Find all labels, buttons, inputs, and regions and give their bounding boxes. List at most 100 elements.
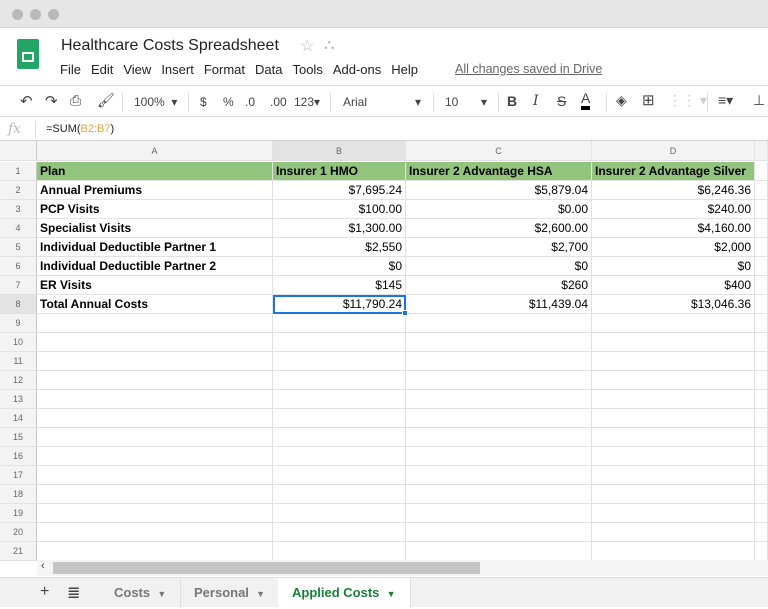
document-title[interactable]: Healthcare Costs Spreadsheet [61,37,279,55]
cell-c6[interactable]: $0 [406,257,592,276]
cell-b6[interactable]: $0 [273,257,406,276]
row-header[interactable]: 8 [0,295,37,314]
star-icon[interactable]: ☆ [300,36,314,56]
cell-a1[interactable]: Plan [37,162,273,181]
percent-format-button[interactable]: % [223,95,234,109]
cell-a4[interactable]: Specialist Visits [37,219,273,238]
cell-b21[interactable] [273,542,406,561]
cell-e3[interactable] [755,200,768,219]
italic-button[interactable]: I [533,93,539,109]
cell-a13[interactable] [37,390,273,409]
cell-e12[interactable] [755,371,768,390]
minimize-window-button[interactable] [30,9,41,20]
cell-b14[interactable] [273,409,406,428]
sheet-tab-applied-costs[interactable]: Applied Costs ▼ [278,578,411,608]
cell-c5[interactable]: $2,700 [406,238,592,257]
cell-e18[interactable] [755,485,768,504]
cell-c10[interactable] [406,333,592,352]
font-size-dropdown-icon[interactable]: ▾ [481,95,487,109]
cell-a9[interactable] [37,314,273,333]
cell-b8[interactable]: $11,790.24 [273,295,408,316]
increase-decimal-button[interactable]: .00 [270,95,287,109]
cell-b5[interactable]: $2,550 [273,238,406,257]
cell-c1[interactable]: Insurer 2 Advantage HSA [406,162,592,181]
cell-e19[interactable] [755,504,768,523]
horizontal-scrollbar[interactable]: ‹ [37,560,768,576]
cell-b10[interactable] [273,333,406,352]
cell-a18[interactable] [37,485,273,504]
column-header-a[interactable]: A [37,141,273,161]
cell-c13[interactable] [406,390,592,409]
cell-a17[interactable] [37,466,273,485]
row-header[interactable]: 14 [0,409,37,428]
cell-e13[interactable] [755,390,768,409]
undo-icon[interactable]: ↶ [20,92,33,110]
cell-e17[interactable] [755,466,768,485]
sheets-logo-icon[interactable] [17,39,39,69]
formula-input[interactable]: =SUM(B2:B7) [46,123,114,135]
menu-view[interactable]: View [123,62,151,77]
cell-c20[interactable] [406,523,592,542]
cell-b4[interactable]: $1,300.00 [273,219,406,238]
column-header-d[interactable]: D [592,141,755,161]
font-size-select[interactable]: 10 [445,95,458,109]
cell-d11[interactable] [592,352,755,371]
cell-d2[interactable]: $6,246.36 [592,181,755,200]
add-sheet-icon[interactable]: + [40,583,49,601]
cell-d1[interactable]: Insurer 2 Advantage Silver [592,162,755,181]
menu-insert[interactable]: Insert [161,62,194,77]
row-header[interactable]: 3 [0,200,37,219]
cell-e21[interactable] [755,542,768,561]
cell-a19[interactable] [37,504,273,523]
cell-d15[interactable] [592,428,755,447]
cell-a7[interactable]: ER Visits [37,276,273,295]
row-header[interactable]: 13 [0,390,37,409]
row-header[interactable]: 17 [0,466,37,485]
cell-a20[interactable] [37,523,273,542]
strikethrough-button[interactable]: S [557,93,566,109]
row-header[interactable]: 2 [0,181,37,200]
cell-c12[interactable] [406,371,592,390]
select-all-corner[interactable] [0,141,37,161]
cell-c7[interactable]: $260 [406,276,592,295]
row-header[interactable]: 10 [0,333,37,352]
row-header[interactable]: 15 [0,428,37,447]
row-header[interactable]: 12 [0,371,37,390]
cell-d21[interactable] [592,542,755,561]
row-header[interactable]: 11 [0,352,37,371]
row-header[interactable]: 7 [0,276,37,295]
cell-d5[interactable]: $2,000 [592,238,755,257]
cell-b7[interactable]: $145 [273,276,406,295]
redo-icon[interactable]: ↷ [45,92,58,110]
cell-d17[interactable] [592,466,755,485]
cell-d12[interactable] [592,371,755,390]
cell-e8[interactable] [755,295,768,314]
cell-d3[interactable]: $240.00 [592,200,755,219]
row-header[interactable]: 9 [0,314,37,333]
row-header[interactable]: 18 [0,485,37,504]
merge-cells-icon[interactable]: ⋮⋮ ▾ [668,92,707,109]
cell-e10[interactable] [755,333,768,352]
cell-e20[interactable] [755,523,768,542]
row-header[interactable]: 5 [0,238,37,257]
cell-c19[interactable] [406,504,592,523]
cell-b12[interactable] [273,371,406,390]
cell-b19[interactable] [273,504,406,523]
cell-e1[interactable] [755,162,768,181]
cell-b2[interactable]: $7,695.24 [273,181,406,200]
cell-a15[interactable] [37,428,273,447]
cell-c9[interactable] [406,314,592,333]
cell-b9[interactable] [273,314,406,333]
cell-b16[interactable] [273,447,406,466]
row-header[interactable]: 21 [0,542,37,561]
cell-a21[interactable] [37,542,273,561]
fill-color-icon[interactable]: ◈ [616,92,627,109]
paint-format-icon[interactable]: 🖌 [97,92,115,109]
menu-addons[interactable]: Add-ons [333,62,381,77]
cell-c3[interactable]: $0.00 [406,200,592,219]
cell-c15[interactable] [406,428,592,447]
cell-d16[interactable] [592,447,755,466]
column-header-b[interactable]: B [273,141,406,161]
cell-e2[interactable] [755,181,768,200]
cell-d6[interactable]: $0 [592,257,755,276]
